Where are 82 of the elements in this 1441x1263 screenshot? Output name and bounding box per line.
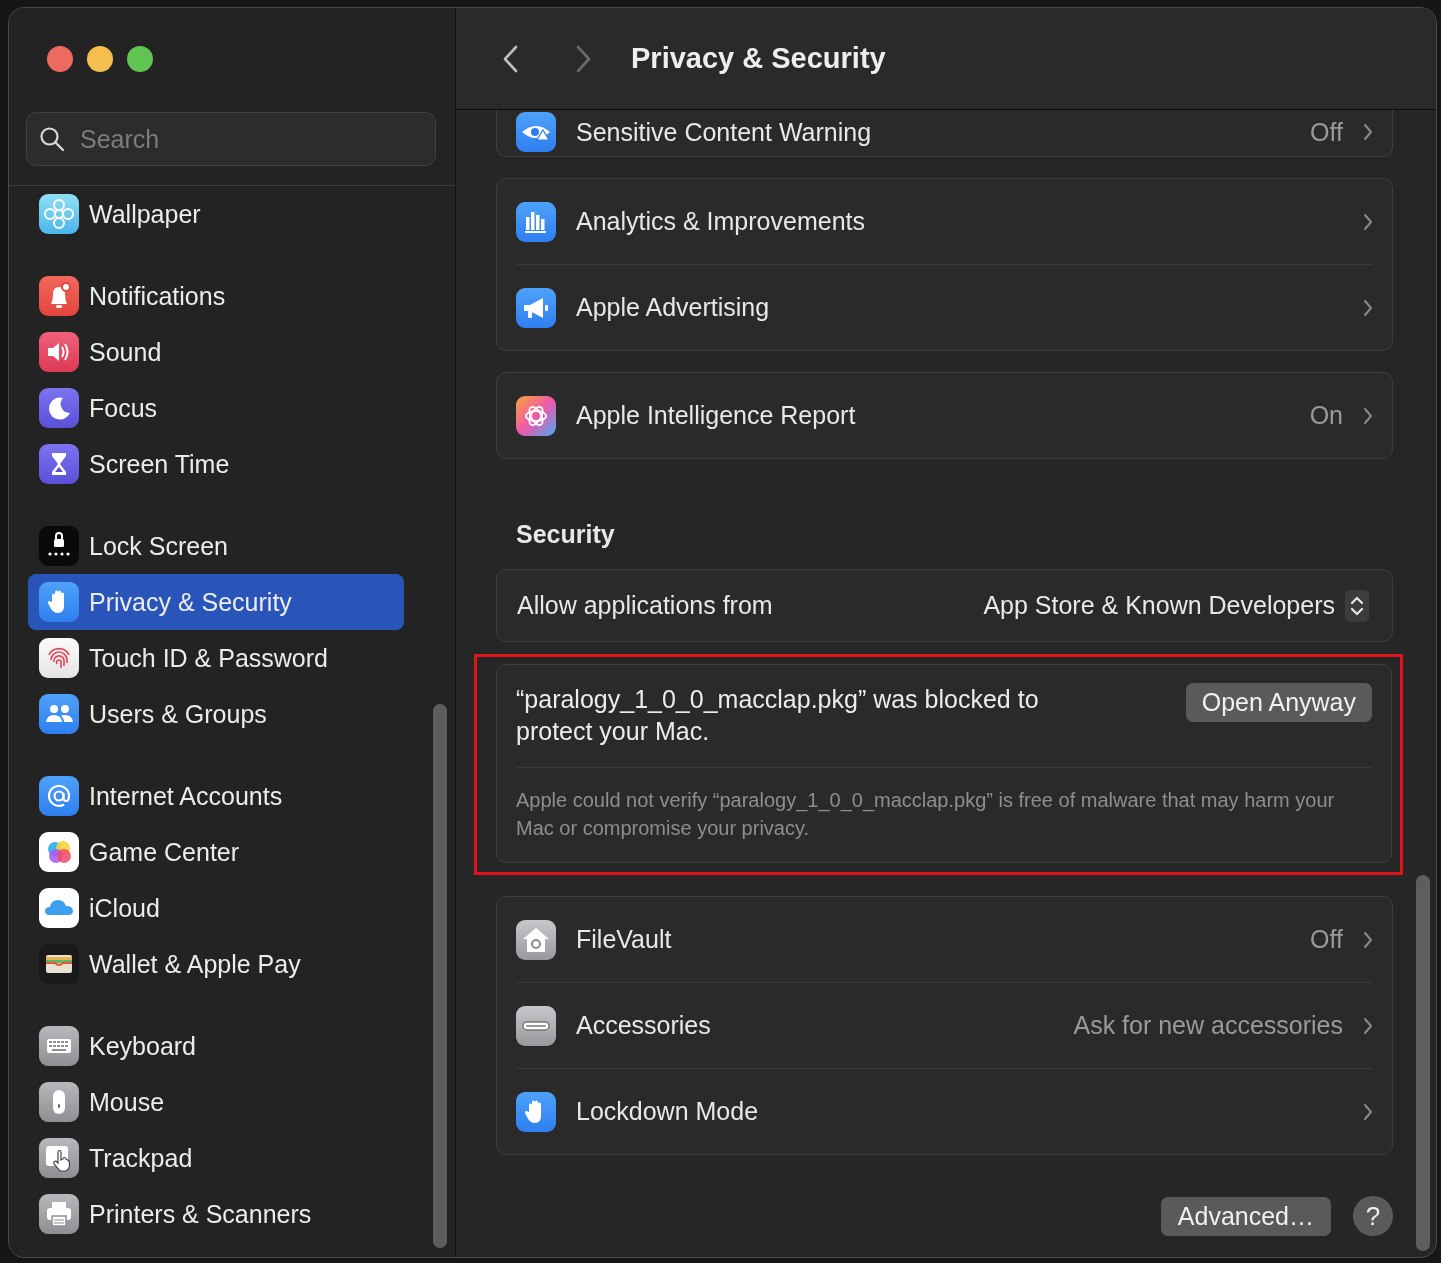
scrollbar[interactable] — [433, 704, 447, 1248]
up-down-arrows-icon — [1345, 589, 1369, 622]
row-label: Analytics & Improvements — [576, 207, 865, 236]
flower-icon — [39, 194, 79, 234]
blocked-detail: Apple could not verify “paralogy_1_0_0_macclap.pkg” is free of malware that may harm your Mac or compromise your privacy. — [516, 788, 1336, 841]
megaphone-icon — [516, 287, 556, 328]
hourglass-icon — [39, 444, 79, 484]
sidebar-item[interactable]: Lock Screen — [28, 518, 404, 574]
sidebar-item[interactable]: Wallet & Apple Pay — [28, 936, 404, 992]
row-value: Ask for new accessories — [1073, 1011, 1343, 1040]
chevron-icon — [1363, 1016, 1373, 1035]
row-label: Apple Intelligence Report — [576, 401, 856, 430]
sidebar-item[interactable]: Privacy & Security — [28, 574, 404, 630]
blocked-message: “paralogy_1_0_0_macclap.pkg” was blocked to protect your Mac. — [516, 684, 1040, 747]
pointer-hand-icon — [39, 1138, 79, 1178]
row-value: Off — [1310, 925, 1343, 954]
minimize-button[interactable] — [87, 46, 113, 72]
window-title: Privacy & Security — [631, 42, 886, 75]
popup-button[interactable]: App Store & Known Developers — [983, 589, 1369, 622]
help-button[interactable]: ? — [1353, 1196, 1393, 1236]
chevron-icon — [1363, 123, 1373, 141]
sidebar-item[interactable]: Internet Accounts — [28, 768, 404, 824]
printer-icon — [39, 1194, 79, 1234]
settings-row[interactable]: Sensitive Content Warning Off — [516, 110, 1373, 156]
sidebar-item[interactable]: Trackpad — [28, 1130, 404, 1186]
wallet-icon — [39, 944, 79, 984]
sidebar-item[interactable]: Mouse — [28, 1074, 404, 1130]
mouse-icon — [39, 1082, 79, 1122]
sidebar-item[interactable]: Printers & Scanners — [28, 1186, 404, 1242]
row-label: Allow applications from — [517, 591, 773, 620]
row-label: Apple Advertising — [576, 293, 770, 322]
chevron-icon — [1363, 298, 1373, 317]
hand-icon — [516, 1091, 556, 1132]
sidebar-item[interactable]: Notifications — [28, 268, 404, 324]
scrollbar[interactable] — [1416, 875, 1430, 1251]
close-button[interactable] — [47, 46, 73, 72]
settings-row[interactable]: Analytics & Improvements — [516, 179, 1373, 264]
chevron-icon — [1363, 930, 1373, 949]
settings-row[interactable]: Apple Intelligence Report On — [516, 373, 1373, 458]
sidebar-item[interactable]: Focus — [28, 380, 404, 436]
sidebar-item[interactable]: Sound — [28, 324, 404, 380]
sidebar-item[interactable]: Keyboard — [28, 1018, 404, 1074]
people-icon — [39, 694, 79, 734]
cloud-icon — [39, 888, 79, 928]
settings-row[interactable]: Accessories Ask for new accessories — [516, 982, 1373, 1068]
row-value: Off — [1310, 117, 1343, 147]
sidebar-item[interactable]: Wallpaper — [28, 186, 404, 242]
moon-icon — [39, 388, 79, 428]
keyboard-icon — [39, 1026, 79, 1066]
hand-icon — [39, 582, 79, 622]
chevron-icon — [1363, 1102, 1373, 1121]
house-icon — [516, 919, 556, 960]
sidebar-item[interactable]: iCloud — [28, 880, 404, 936]
section-heading: Security — [516, 520, 616, 549]
lock-icon — [39, 526, 79, 566]
row-label: Lockdown Mode — [576, 1097, 759, 1126]
zoom-button[interactable] — [127, 46, 153, 72]
sidebar-item[interactable]: Users & Groups — [28, 686, 404, 742]
advanced-button[interactable]: Advanced… — [1160, 1196, 1331, 1236]
settings-row[interactable]: Apple Advertising — [516, 264, 1373, 350]
chevron-icon — [1363, 212, 1373, 231]
sidebar-item[interactable]: Screen Time — [28, 436, 404, 492]
settings-row[interactable]: Lockdown Mode — [516, 1068, 1373, 1154]
circles-icon — [39, 832, 79, 872]
eye-warning-icon — [516, 112, 556, 152]
bar-chart-icon — [516, 201, 556, 242]
speaker-icon — [39, 332, 79, 372]
fingerprint-icon — [39, 638, 79, 678]
at-sign-icon — [39, 776, 79, 816]
bell-icon — [39, 276, 79, 316]
row-label: Sensitive Content Warning — [576, 117, 872, 147]
row-label: Accessories — [576, 1011, 711, 1040]
sidebar-item[interactable]: Game Center — [28, 824, 404, 880]
capsule-icon — [516, 1005, 556, 1046]
row-value: On — [1309, 401, 1343, 430]
row-label: FileVault — [576, 925, 672, 954]
search-field[interactable]: Search — [26, 112, 436, 166]
sparkle-ring-icon — [516, 395, 556, 436]
open-anyway-button[interactable]: Open Anyway — [1185, 683, 1372, 722]
settings-row[interactable]: FileVault Off — [516, 897, 1373, 982]
chevron-icon — [1363, 406, 1373, 425]
sidebar-item[interactable]: Touch ID & Password — [28, 630, 404, 686]
